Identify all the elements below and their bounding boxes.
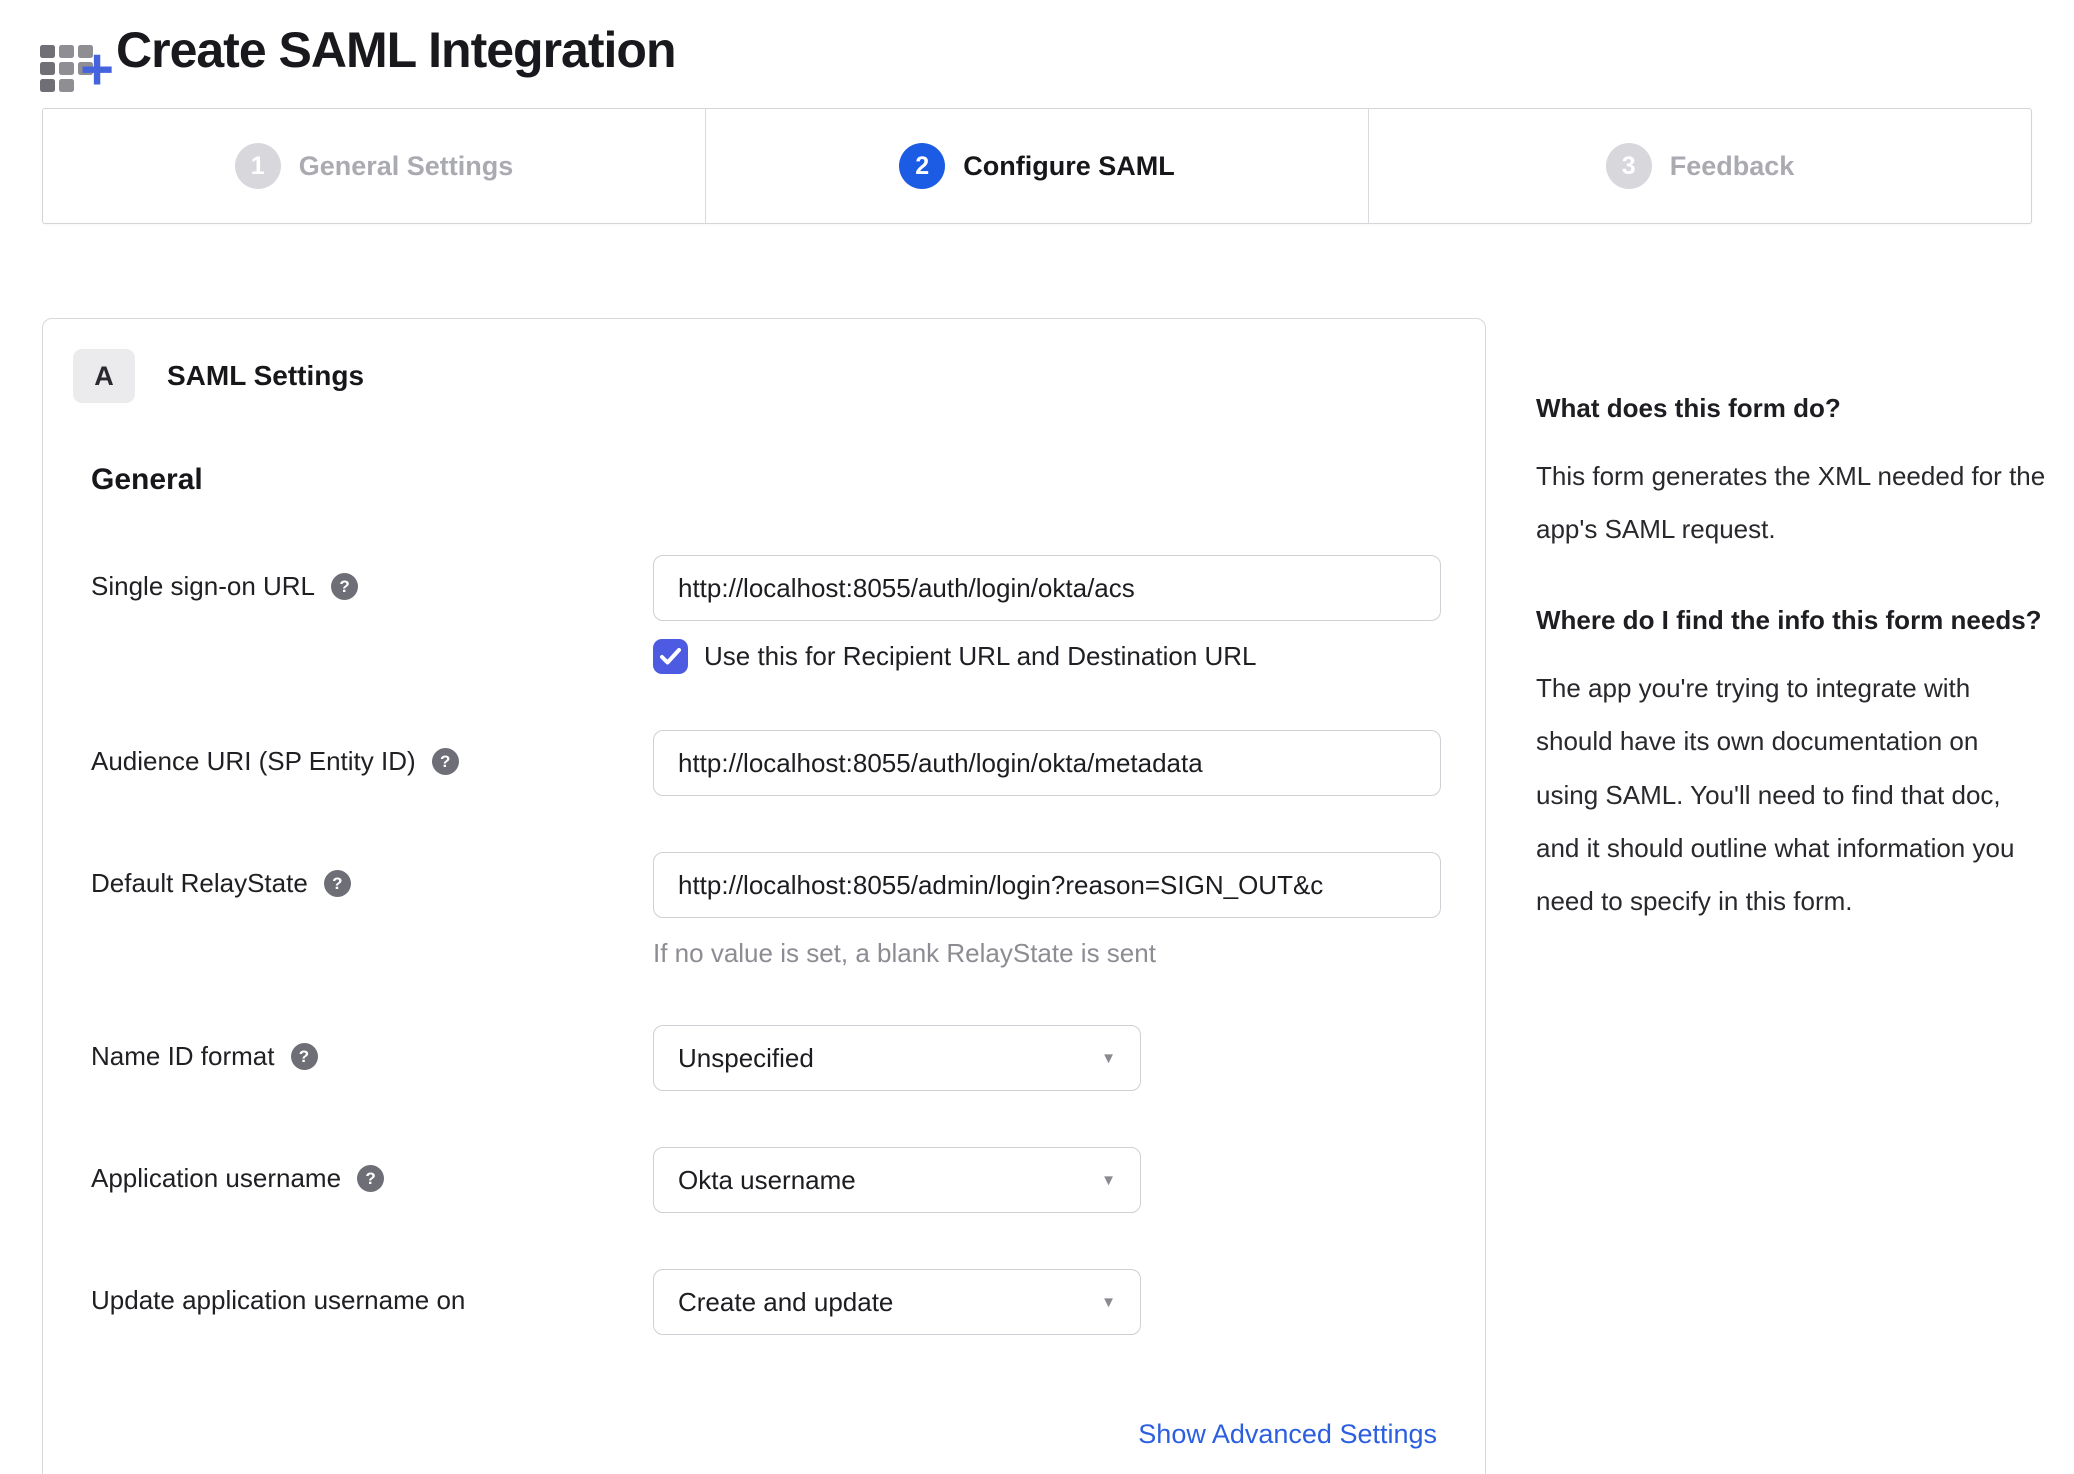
recipient-url-checkbox-label: Use this for Recipient URL and Destinati… xyxy=(704,641,1257,671)
sidebar-body-where: The app you're trying to integrate with … xyxy=(1536,672,2015,917)
show-advanced-settings-link[interactable]: Show Advanced Settings xyxy=(1138,1419,1437,1450)
step-feedback[interactable]: 3 Feedback xyxy=(1368,109,2031,223)
application-username-row: Application username ? Okta username ▼ xyxy=(91,1147,1437,1213)
audience-uri-row: Audience URI (SP Entity ID) ? xyxy=(91,730,1441,796)
help-sidebar: What does this form do? This form genera… xyxy=(1536,318,2046,974)
relay-state-input[interactable] xyxy=(653,852,1441,918)
sidebar-heading-where: Where do I find the info this form needs… xyxy=(1536,605,2042,636)
audience-uri-label: Audience URI (SP Entity ID) xyxy=(91,746,416,776)
update-username-row: Update application username on Create an… xyxy=(91,1269,1437,1335)
page-title: Create SAML Integration xyxy=(116,22,676,78)
saml-settings-card: A SAML Settings General Single sign-on U… xyxy=(42,318,1486,1474)
step-configure-saml[interactable]: 2 Configure SAML xyxy=(705,109,1368,223)
update-username-value: Create and update xyxy=(678,1286,894,1317)
audience-uri-input[interactable] xyxy=(653,730,1441,796)
general-section-heading: General xyxy=(91,463,203,496)
wizard-step-bar: 1 General Settings 2 Configure SAML 3 Fe… xyxy=(42,108,2032,224)
update-username-label: Update application username on xyxy=(91,1285,466,1315)
sidebar-body-what: This form generates the XML needed for t… xyxy=(1536,460,2046,544)
page-header: + Create SAML Integration xyxy=(0,0,2074,99)
step-3-circle: 3 xyxy=(1605,143,1652,189)
sso-url-input[interactable] xyxy=(653,555,1441,621)
recipient-url-checkbox[interactable] xyxy=(653,639,688,674)
step-1-label: General Settings xyxy=(298,150,514,181)
help-icon[interactable]: ? xyxy=(323,870,351,897)
plus-icon: + xyxy=(80,37,114,102)
application-username-label: Application username xyxy=(91,1163,342,1193)
name-id-format-label: Name ID format xyxy=(91,1041,275,1071)
relay-state-row: Default RelayState ? If no value is set,… xyxy=(91,852,1441,969)
help-icon[interactable]: ? xyxy=(431,748,459,775)
check-icon xyxy=(660,648,681,665)
recipient-url-checkbox-row: Use this for Recipient URL and Destinati… xyxy=(653,639,1441,674)
name-id-format-select[interactable]: Unspecified ▼ xyxy=(653,1025,1141,1091)
application-username-select[interactable]: Okta username ▼ xyxy=(653,1147,1141,1213)
section-a-badge: A xyxy=(73,349,135,403)
step-2-label: Configure SAML xyxy=(963,150,1175,181)
name-id-format-row: Name ID format ? Unspecified ▼ xyxy=(91,1025,1437,1091)
help-icon[interactable]: ? xyxy=(290,1043,318,1070)
relay-state-label: Default RelayState xyxy=(91,868,308,898)
sso-url-row: Single sign-on URL ? Use this for Recipi… xyxy=(91,555,1441,674)
chevron-down-icon: ▼ xyxy=(1101,1049,1116,1067)
sidebar-heading-what: What does this form do? xyxy=(1536,393,1841,423)
step-1-circle: 1 xyxy=(234,143,281,189)
application-username-value: Okta username xyxy=(678,1164,856,1195)
card-body: General Single sign-on URL ? Us xyxy=(73,463,1441,1335)
card-title: SAML Settings xyxy=(167,360,365,391)
chevron-down-icon: ▼ xyxy=(1101,1293,1116,1311)
update-username-select[interactable]: Create and update ▼ xyxy=(653,1269,1141,1335)
relay-state-hint: If no value is set, a blank RelayState i… xyxy=(653,938,1156,968)
step-3-label: Feedback xyxy=(1669,150,1795,181)
help-icon[interactable]: ? xyxy=(357,1165,385,1192)
chevron-down-icon: ▼ xyxy=(1101,1171,1116,1189)
main-content: A SAML Settings General Single sign-on U… xyxy=(42,318,2074,1474)
step-2-circle: 2 xyxy=(899,143,946,189)
name-id-format-value: Unspecified xyxy=(678,1042,814,1073)
sso-url-label: Single sign-on URL xyxy=(91,571,316,601)
step-general-settings[interactable]: 1 General Settings xyxy=(43,109,705,223)
help-icon[interactable]: ? xyxy=(331,573,359,600)
create-integration-grid-plus-icon: + xyxy=(36,17,114,99)
card-header: A SAML Settings xyxy=(73,349,1437,403)
